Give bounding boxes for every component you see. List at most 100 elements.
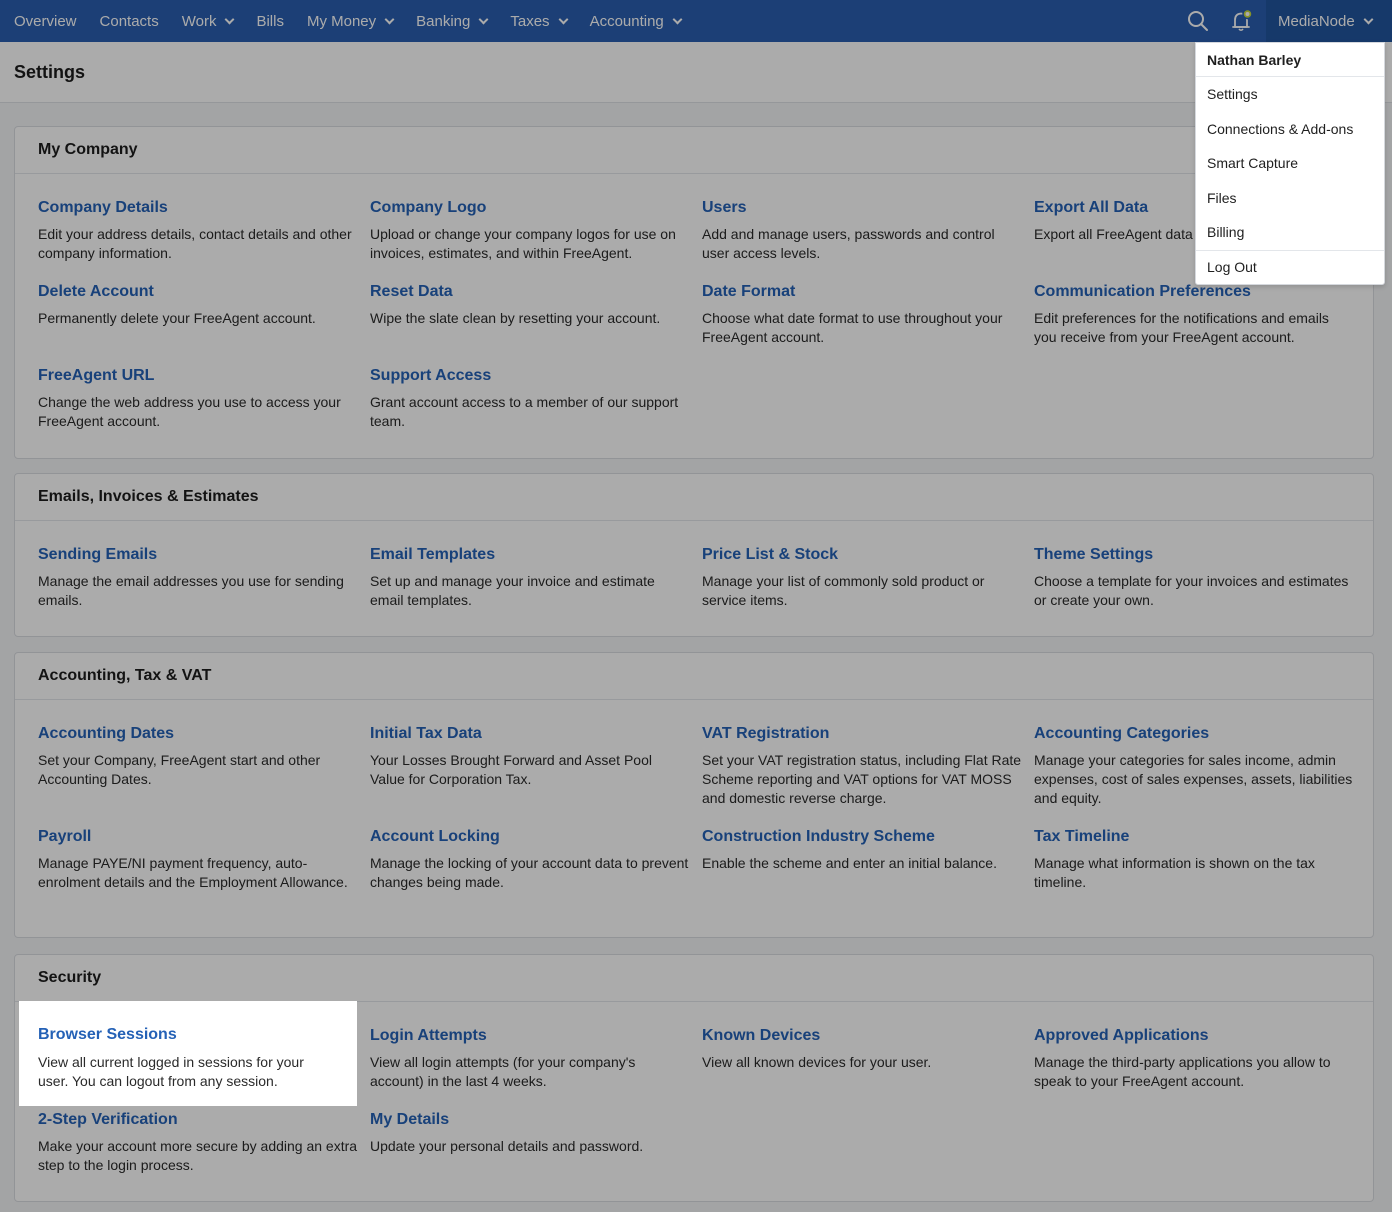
setting-delete-account: Delete Account Permanently delete your Fr…	[38, 283, 358, 328]
setting-link[interactable]: VAT Registration	[702, 725, 1022, 743]
setting-link[interactable]: Payroll	[38, 828, 358, 846]
section-title: Accounting, Tax & VAT	[15, 653, 1373, 700]
setting-accounting-categories: Accounting Categories Manage your categor…	[1034, 725, 1354, 808]
setting-communication-preferences: Communication Preferences Edit preference…	[1034, 283, 1354, 347]
dropdown-item-connections-add-ons[interactable]: Connections & Add-ons	[1196, 112, 1384, 147]
setting-reset-data: Reset Data Wipe the slate clean by resett…	[370, 283, 690, 328]
setting-my-details: My Details Update your personal details a…	[370, 1111, 690, 1156]
setting-link[interactable]: FreeAgent URL	[38, 367, 358, 385]
setting-construction-industry-scheme: Construction Industry Scheme Enable the s…	[702, 828, 1022, 873]
search-icon[interactable]	[1178, 0, 1218, 42]
setting-link[interactable]: Communication Preferences	[1034, 283, 1354, 301]
setting-link[interactable]: Company Logo	[370, 199, 690, 217]
section-my-company: My Company Company Details Edit your addr…	[14, 126, 1374, 459]
setting-vat-registration: VAT Registration Set your VAT registratio…	[702, 725, 1022, 808]
setting-tax-timeline: Tax Timeline Manage what information is s…	[1034, 828, 1354, 892]
setting-desc: Choose a template for your invoices and …	[1034, 573, 1349, 608]
setting-link[interactable]: Construction Industry Scheme	[702, 828, 1022, 846]
nav-label: Accounting	[589, 12, 664, 30]
nav-label: My Money	[306, 12, 377, 30]
setting-company-details: Company Details Edit your address details…	[38, 199, 358, 263]
setting-link[interactable]: Delete Account	[38, 283, 358, 301]
account-label: MediaNode	[1278, 12, 1355, 30]
setting-company-logo: Company Logo Upload or change your compan…	[370, 199, 690, 263]
nav-accounting[interactable]: Accounting	[578, 0, 692, 42]
nav-bills[interactable]: Bills	[244, 0, 295, 42]
nav-contacts[interactable]: Contacts	[88, 0, 170, 42]
account-menu-button[interactable]: MediaNode	[1266, 0, 1392, 42]
setting-freeagent-url: FreeAgent URL Change the web address you …	[38, 367, 358, 431]
setting-link[interactable]: Accounting Categories	[1034, 725, 1354, 743]
setting-desc: View all known devices for your user.	[702, 1054, 932, 1070]
nav-label: Taxes	[510, 12, 550, 30]
setting-desc: Set up and manage your invoice and estim…	[370, 573, 655, 608]
setting-link[interactable]: Initial Tax Data	[370, 725, 690, 743]
setting-desc: Permanently delete your FreeAgent accoun…	[38, 310, 316, 326]
setting-desc: View all login attempts (for your compan…	[370, 1054, 636, 1089]
page-title: Settings	[14, 62, 86, 82]
chevron-down-icon	[558, 14, 569, 24]
setting-link[interactable]: Reset Data	[370, 283, 690, 301]
setting-desc: Wipe the slate clean by resetting your a…	[370, 310, 661, 326]
setting-link[interactable]: Accounting Dates	[38, 725, 358, 743]
setting-link[interactable]: Known Devices	[702, 1027, 1022, 1045]
setting-desc: Manage PAYE/NI payment frequency, auto-e…	[38, 855, 348, 890]
nav-label: Work	[181, 12, 217, 30]
setting-desc: Choose what date format to use throughou…	[702, 310, 1003, 345]
setting-link[interactable]: Browser Sessions	[38, 1026, 338, 1044]
setting-initial-tax-data: Initial Tax Data Your Losses Brought Forw…	[370, 725, 690, 789]
setting-desc: Add and manage users, passwords and cont…	[702, 226, 995, 261]
section-title: My Company	[15, 127, 1373, 174]
setting-desc: Manage the locking of your account data …	[370, 855, 689, 890]
nav-right: MediaNode	[1178, 0, 1392, 42]
setting-theme-settings: Theme Settings Choose a template for your…	[1034, 546, 1354, 610]
nav-label: Bills	[256, 12, 284, 30]
setting-link[interactable]: Email Templates	[370, 546, 690, 564]
setting-link[interactable]: Company Details	[38, 199, 358, 217]
dropdown-item-log-out[interactable]: Log Out	[1196, 249, 1384, 285]
page-header: Settings	[0, 42, 1392, 103]
setting-link[interactable]: Tax Timeline	[1034, 828, 1354, 846]
nav-my-money[interactable]: My Money	[295, 0, 404, 42]
dropdown-item-files[interactable]: Files	[1196, 181, 1384, 216]
dropdown-user-name: Nathan Barley	[1196, 43, 1384, 77]
setting-price-list-stock: Price List & Stock Manage your list of co…	[702, 546, 1022, 610]
top-nav: Overview Contacts Work Bills My Money Ba…	[0, 0, 1392, 42]
setting-link[interactable]: 2-Step Verification	[38, 1111, 358, 1129]
setting-desc: Update your personal details and passwor…	[370, 1138, 644, 1154]
dropdown-item-smart-capture[interactable]: Smart Capture	[1196, 146, 1384, 181]
setting-link[interactable]: Support Access	[370, 367, 690, 385]
setting-known-devices: Known Devices View all known devices for …	[702, 1027, 1022, 1072]
setting-desc: Change the web address you use to access…	[38, 394, 341, 429]
nav-taxes[interactable]: Taxes	[498, 0, 577, 42]
setting-desc: Edit preferences for the notifications a…	[1034, 310, 1329, 345]
setting-link[interactable]: Account Locking	[370, 828, 690, 846]
setting-desc: Manage your list of commonly sold produc…	[702, 573, 985, 608]
setting-link[interactable]: Login Attempts	[370, 1027, 690, 1045]
dropdown-item-billing[interactable]: Billing	[1196, 215, 1384, 250]
setting-link[interactable]: Sending Emails	[38, 546, 358, 564]
section-emails-invoices-estimates: Emails, Invoices & Estimates Sending Ema…	[14, 473, 1374, 637]
setting-link[interactable]: Approved Applications	[1034, 1027, 1354, 1045]
setting-link[interactable]: Date Format	[702, 283, 1022, 301]
bell-icon[interactable]	[1222, 0, 1262, 42]
setting-2-step-verification: 2-Step Verification Make your account mor…	[38, 1111, 358, 1175]
nav-banking[interactable]: Banking	[404, 0, 498, 42]
setting-link[interactable]: My Details	[370, 1111, 690, 1129]
setting-accounting-dates: Accounting Dates Set your Company, FreeAg…	[38, 725, 358, 789]
setting-desc: Manage what information is shown on the …	[1034, 855, 1315, 890]
chevron-down-icon	[478, 14, 489, 24]
setting-link[interactable]: Users	[702, 199, 1022, 217]
section-accounting-tax-vat: Accounting, Tax & VAT Accounting Dates Se…	[14, 652, 1374, 938]
setting-browser-sessions[interactable]: Browser Sessions View all current logged…	[19, 1001, 357, 1106]
nav-label: Contacts	[99, 12, 159, 30]
setting-desc: Upload or change your company logos for …	[370, 226, 676, 261]
nav-overview[interactable]: Overview	[0, 0, 88, 42]
chevron-down-icon	[384, 14, 395, 24]
setting-link[interactable]: Price List & Stock	[702, 546, 1022, 564]
setting-desc: Your Losses Brought Forward and Asset Po…	[370, 752, 652, 787]
setting-link[interactable]: Theme Settings	[1034, 546, 1354, 564]
dropdown-item-settings[interactable]: Settings	[1196, 77, 1384, 112]
chevron-down-icon	[1363, 14, 1374, 24]
nav-work[interactable]: Work	[170, 0, 245, 42]
